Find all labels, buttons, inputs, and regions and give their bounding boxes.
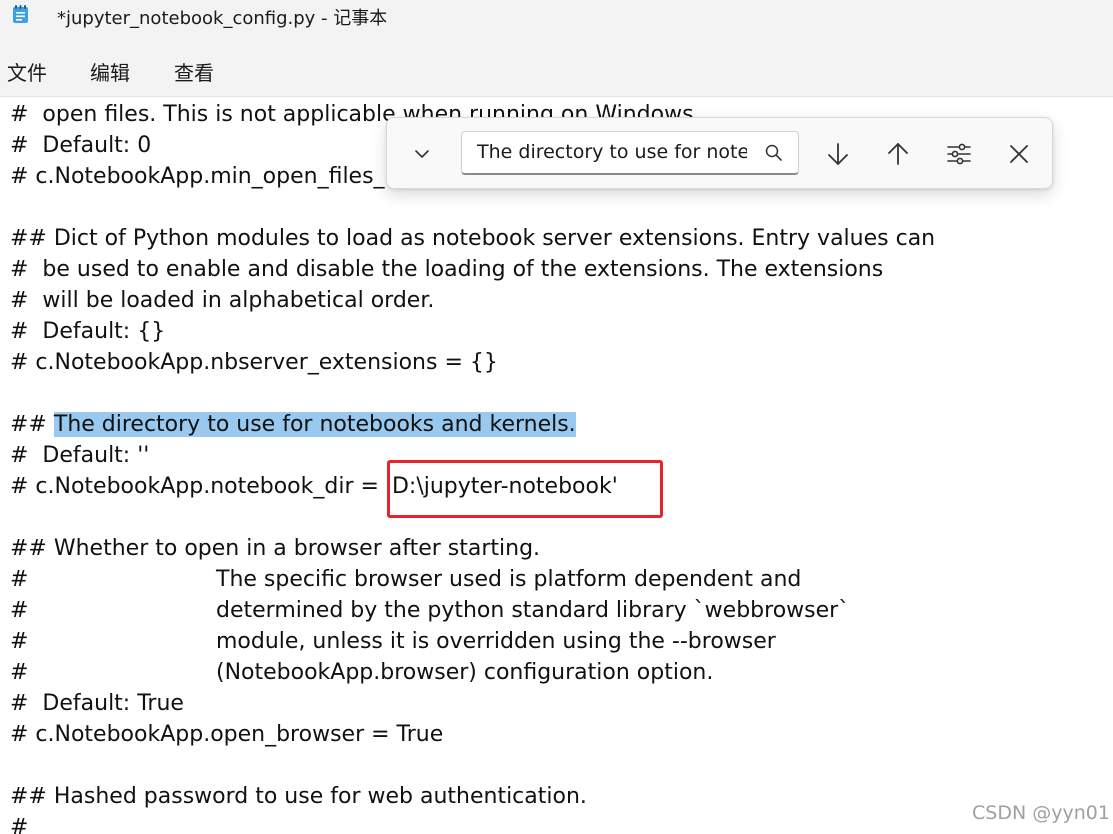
line-text: (NotebookApp.browser) configuration opti… (216, 660, 714, 685)
notepad-app-icon (13, 5, 28, 23)
line-hash: # (10, 567, 29, 592)
find-panel: The directory to use for note (386, 117, 1053, 189)
watermark: CSDN @yyn01 (972, 802, 1110, 824)
title-bar: *jupyter_notebook_config.py - 记事本 (0, 0, 1113, 38)
code-line: ## Hashed password to use for web authen… (10, 784, 587, 809)
code-line: # The specific browser used is platform d… (10, 564, 801, 595)
arrow-up-icon (888, 143, 908, 165)
code-line: # be used to enable and disable the load… (10, 257, 884, 282)
find-previous-button[interactable] (878, 134, 918, 174)
code-line: # Default: 0 (10, 133, 152, 158)
sliders-icon (947, 143, 971, 165)
line-hash: # (10, 629, 29, 654)
code-line: # c.NotebookApp.open_browser = True (10, 722, 444, 747)
close-find-button[interactable] (999, 134, 1039, 174)
code-line-match: ## The directory to use for notebooks an… (10, 409, 576, 440)
line-text: module, unless it is overridden using th… (216, 629, 776, 654)
close-icon (1010, 145, 1028, 163)
code-line: # Default: True (10, 691, 184, 716)
find-options-button[interactable] (939, 134, 979, 174)
arrow-down-icon (828, 143, 848, 165)
code-line: # Default: '' (10, 443, 150, 468)
line-text: The specific browser used is platform de… (216, 567, 802, 592)
search-match-highlight: The directory to use for notebooks and k… (53, 412, 576, 437)
code-line: # determined by the python standard libra… (10, 595, 849, 626)
annotation-box (387, 460, 663, 518)
collapse-find-button[interactable] (402, 134, 442, 174)
find-input[interactable]: The directory to use for note (461, 131, 799, 175)
code-line: # (NotebookApp.browser) configuration opt… (10, 657, 713, 688)
menu-file[interactable]: 文件 (7, 57, 47, 86)
find-input-value: The directory to use for note (477, 141, 747, 163)
menu-bar: 文件 编辑 查看 (0, 38, 1113, 97)
code-line: ## Whether to open in a browser after st… (10, 536, 541, 561)
line-hash: # (10, 598, 29, 623)
notepad-window: *jupyter_notebook_config.py - 记事本 文件 编辑 … (0, 0, 1113, 834)
search-icon[interactable] (764, 143, 784, 163)
window-title: *jupyter_notebook_config.py - 记事本 (57, 8, 388, 29)
code-line: # (10, 815, 29, 834)
menu-view[interactable]: 查看 (174, 57, 214, 86)
code-line: # Default: {} (10, 319, 166, 344)
code-line: # c.NotebookApp.nbserver_extensions = {} (10, 350, 498, 375)
code-line: ## Dict of Python modules to load as not… (10, 226, 936, 251)
line-text: determined by the python standard librar… (216, 598, 850, 623)
code-line: # will be loaded in alphabetical order. (10, 288, 435, 313)
find-next-button[interactable] (818, 134, 858, 174)
chevron-down-icon (415, 150, 429, 158)
line-hash: # (10, 660, 29, 685)
code-line: # module, unless it is overridden using t… (10, 626, 776, 657)
menu-edit[interactable]: 编辑 (90, 57, 130, 86)
line-prefix: ## (10, 412, 54, 437)
